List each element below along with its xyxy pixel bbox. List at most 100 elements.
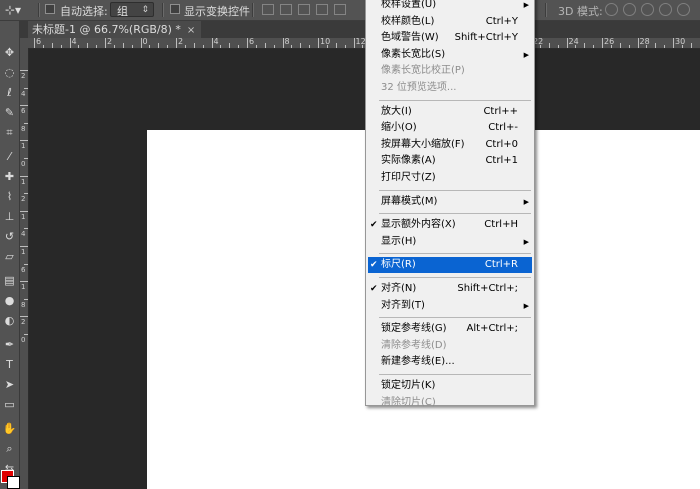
menu-item-label: 色域警告(W): [381, 32, 439, 44]
menu-item[interactable]: 锁定切片(K): [366, 378, 534, 394]
align-left-icon[interactable]: [316, 4, 328, 15]
slide-3d-icon[interactable]: [659, 3, 672, 16]
menu-item[interactable]: 对齐到(T) ▶: [366, 298, 534, 314]
menu-item[interactable]: 缩小(O) Ctrl+-: [366, 120, 534, 136]
ruler-tick: [24, 193, 28, 195]
menu-item[interactable]: 按屏幕大小缩放(F) Ctrl+0: [366, 137, 534, 153]
document-tab[interactable]: 未标题-1 @ 66.7%(RGB/8) * ×: [28, 21, 202, 38]
menu-item[interactable]: 锁定参考线(G) Alt+Ctrl+;: [366, 321, 534, 337]
pen-tool-icon[interactable]: ✒: [2, 337, 17, 352]
menu-item[interactable]: 放大(I) Ctrl++: [366, 104, 534, 120]
ruler-number: 4: [71, 38, 77, 46]
horizontal-ruler[interactable]: 642024681012141618202224262830: [28, 38, 700, 49]
ruler-minor-tick: [300, 43, 302, 48]
type-tool-icon[interactable]: T: [2, 357, 17, 372]
menu-item[interactable]: 清除参考线(D): [366, 338, 534, 354]
ruler-number: 6: [36, 38, 42, 46]
pan-3d-icon[interactable]: [641, 3, 654, 16]
history-brush-tool-icon[interactable]: ↺: [2, 229, 17, 244]
align-top-icon[interactable]: [262, 4, 274, 15]
menu-item[interactable]: 色域警告(W) Shift+Ctrl+Y: [366, 30, 534, 46]
scale-3d-icon[interactable]: [677, 3, 690, 16]
rectangle-tool-icon[interactable]: ▭: [2, 397, 17, 412]
crop-tool-icon[interactable]: ⌗: [2, 125, 17, 140]
dodge-tool-icon[interactable]: ◐: [2, 313, 17, 328]
ruler-minor-tick: [593, 45, 595, 48]
menu-item[interactable]: 校样设置(U) ▶: [366, 0, 534, 13]
ruler-number: 26: [604, 38, 615, 46]
ruler-number: 1: [21, 283, 26, 292]
close-icon[interactable]: ×: [187, 25, 195, 36]
menu-item[interactable]: 像素长宽比(S) ▶: [366, 47, 534, 63]
mode-3d-label: 3D 模式:: [558, 5, 603, 18]
move-tool-icon[interactable]: ✥: [2, 45, 17, 60]
vertical-ruler[interactable]: 2468101214161820: [20, 48, 29, 489]
ruler-minor-tick: [291, 45, 293, 48]
ruler-number: 6: [21, 107, 26, 116]
quick-select-tool-icon[interactable]: ✎: [2, 105, 17, 120]
menu-item-label: 新建参考线(E)...: [381, 356, 455, 368]
ruler-tick: [24, 228, 28, 230]
menu-item-label: 校样颜色(L): [381, 15, 435, 27]
menu-item[interactable]: 显示(H) ▶: [366, 234, 534, 250]
divider: [252, 3, 254, 17]
eraser-tool-icon[interactable]: ▱: [2, 249, 17, 264]
healing-brush-tool-icon[interactable]: ✚: [2, 169, 17, 184]
menu-item-shortcut: Alt+Ctrl+;: [466, 323, 518, 335]
path-select-tool-icon[interactable]: ➤: [2, 377, 17, 392]
auto-select-checkbox[interactable]: [45, 4, 55, 14]
checkmark-icon: ✔: [370, 284, 378, 294]
eyedropper-tool-icon[interactable]: ⁄: [2, 149, 17, 164]
ruler-tick: [24, 263, 28, 265]
ruler-major-tick: [140, 38, 142, 48]
show-transform-label: 显示变换控件: [184, 5, 250, 18]
clone-stamp-tool-icon[interactable]: ⊥: [2, 209, 17, 224]
menu-item[interactable]: 清除切片(C): [366, 395, 534, 411]
align-vcenter-icon[interactable]: [280, 4, 292, 15]
divider: [38, 3, 40, 17]
ruler-minor-tick: [655, 43, 657, 48]
auto-select-label: 自动选择:: [60, 5, 108, 18]
ruler-minor-tick: [42, 45, 44, 48]
menu-item[interactable]: ✔ 对齐(N) Shift+Ctrl+;: [366, 281, 534, 297]
submenu-arrow-icon: ▶: [523, 50, 529, 59]
align-hcenter-icon[interactable]: [334, 4, 346, 15]
roll-3d-icon[interactable]: [623, 3, 636, 16]
ruler-minor-tick: [690, 43, 692, 48]
menu-item[interactable]: 新建参考线(E)...: [366, 354, 534, 370]
lasso-tool-icon[interactable]: ℓ: [2, 85, 17, 100]
menu-item[interactable]: 打印尺寸(Z): [366, 170, 534, 186]
ruler-minor-tick: [646, 45, 648, 48]
background-color-swatch[interactable]: [7, 476, 20, 489]
zoom-tool-icon[interactable]: ⌕: [2, 441, 17, 456]
orbit-3d-icon[interactable]: [605, 3, 618, 16]
menu-item[interactable]: 校样颜色(L) Ctrl+Y: [366, 14, 534, 30]
ruler-minor-tick: [220, 45, 222, 48]
menu-item[interactable]: ✔ 显示额外内容(X) Ctrl+H: [366, 217, 534, 233]
ruler-major-tick: [353, 38, 355, 48]
menu-item[interactable]: 像素长宽比校正(P): [366, 63, 534, 79]
menu-item-label: 放大(I): [381, 105, 412, 117]
ruler-minor-tick: [131, 45, 133, 48]
menu-item[interactable]: ✔ 标尺(R) Ctrl+R: [368, 257, 532, 274]
menu-item[interactable]: 实际像素(A) Ctrl+1: [366, 153, 534, 169]
ruler-minor-tick: [610, 45, 612, 48]
marquee-tool-icon[interactable]: ◌: [2, 65, 17, 80]
menu-item[interactable]: 屏幕模式(M) ▶: [366, 194, 534, 210]
gradient-tool-icon[interactable]: ▤: [2, 273, 17, 288]
brush-tool-icon[interactable]: ⌇: [2, 189, 17, 204]
auto-select-dropdown[interactable]: 组 ⇕: [110, 2, 154, 18]
ruler-number: 2: [21, 72, 26, 80]
menu-item[interactable]: 32 位预览选项...: [366, 80, 534, 96]
hand-tool-icon[interactable]: ✋: [2, 421, 17, 436]
ruler-tick: [24, 298, 28, 300]
menu-item-shortcut: Ctrl+0: [485, 138, 518, 150]
ruler-number: 24: [568, 38, 579, 46]
align-bottom-icon[interactable]: [298, 4, 310, 15]
blur-tool-icon[interactable]: ●: [2, 293, 17, 308]
ruler-minor-tick: [255, 45, 257, 48]
menu-separator: [379, 277, 531, 278]
show-transform-checkbox[interactable]: [170, 4, 180, 14]
menu-separator: [379, 317, 531, 319]
move-tool-icon[interactable]: ⊹▾: [2, 2, 24, 18]
